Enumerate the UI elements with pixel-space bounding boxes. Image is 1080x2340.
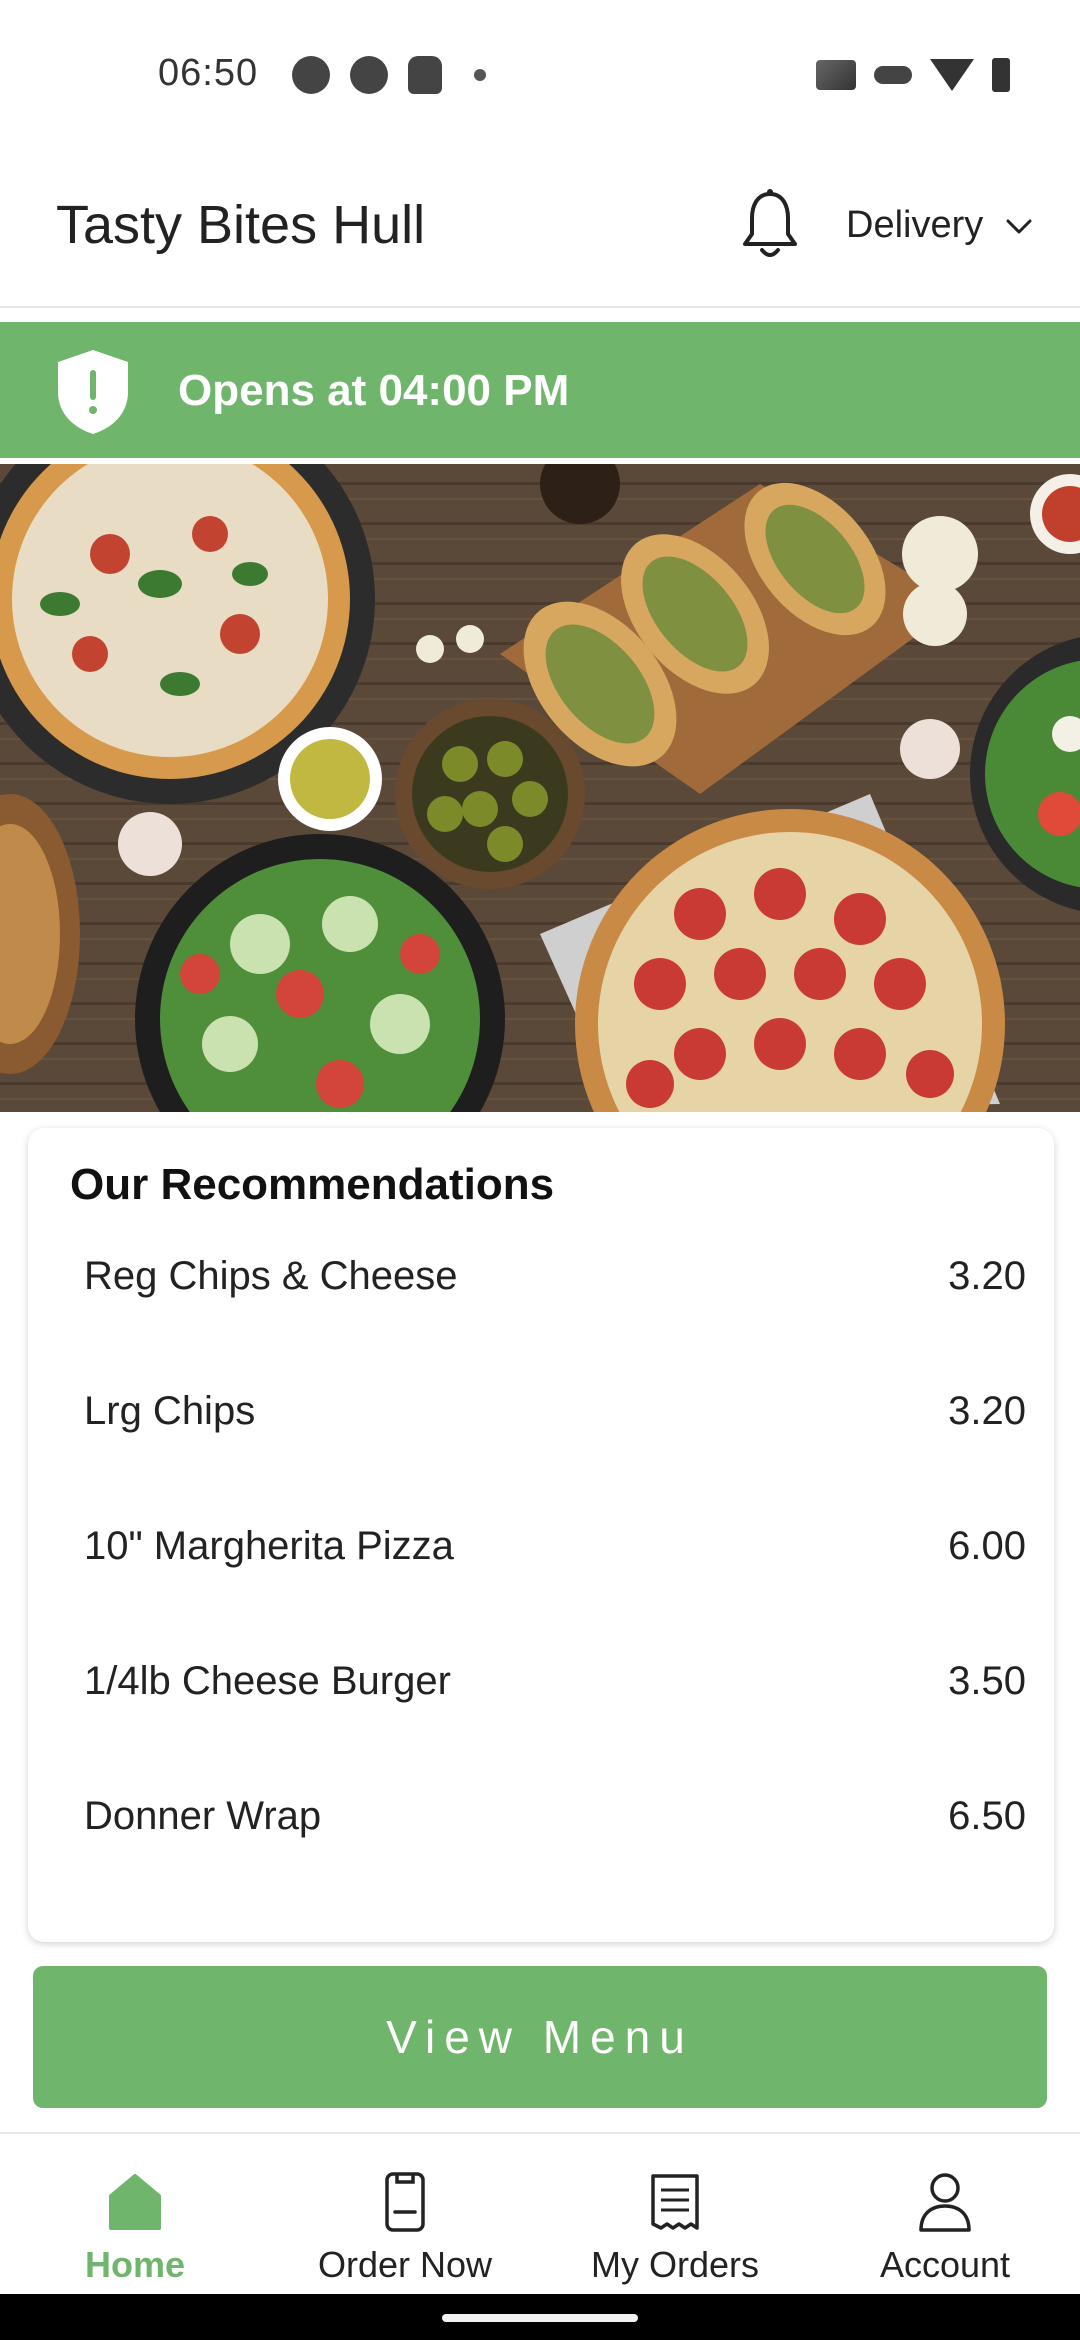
- recommendations-card: Our Recommendations Reg Chips & Cheese 3…: [28, 1128, 1054, 1942]
- hero-food-image: [0, 464, 1080, 1112]
- view-menu-label: View Menu: [386, 2011, 694, 2063]
- recommendation-item[interactable]: Donner Wrap 6.50: [84, 1782, 1026, 1917]
- food-illustration: [0, 464, 1080, 1112]
- recommendations-title: Our Recommendations: [70, 1160, 555, 1209]
- cast-icon: [816, 60, 856, 90]
- order-icon: [385, 2172, 425, 2232]
- bell-icon[interactable]: [740, 188, 800, 260]
- order-mode-label: Delivery: [846, 204, 984, 246]
- recommendation-item[interactable]: 10" Margherita Pizza 6.00: [84, 1512, 1026, 1647]
- nav-order-now-label: Order Now: [317, 2244, 493, 2285]
- nav-order-now[interactable]: Order Now: [270, 2134, 540, 2296]
- item-price: 6.00: [948, 1524, 1026, 1568]
- item-name: Lrg Chips: [84, 1389, 256, 1433]
- restaurant-title: Tasty Bites Hull: [56, 195, 426, 255]
- home-icon: [109, 2174, 161, 2230]
- nav-home[interactable]: Home: [0, 2134, 270, 2296]
- recommendations-list: Reg Chips & Cheese 3.20 Lrg Chips 3.20 1…: [84, 1242, 1026, 1917]
- view-menu-button[interactable]: View Menu: [33, 1966, 1047, 2108]
- nav-account[interactable]: Account: [810, 2134, 1080, 2296]
- nav-account-label: Account: [879, 2244, 1011, 2285]
- status-time: 06:50: [158, 52, 259, 94]
- nav-my-orders-label: My Orders: [590, 2244, 759, 2285]
- item-name: 1/4lb Cheese Burger: [84, 1659, 451, 1703]
- nav-home-label: Home: [84, 2244, 186, 2285]
- opening-time-banner: Opens at 04:00 PM: [0, 322, 1080, 458]
- item-price: 3.20: [948, 1254, 1026, 1298]
- wifi-icon: [930, 59, 974, 91]
- receipt-icon: [651, 2174, 699, 2230]
- app-header: Tasty Bites Hull Delivery: [0, 150, 1080, 308]
- item-name: 10" Margherita Pizza: [84, 1524, 454, 1568]
- person-icon: [919, 2173, 971, 2232]
- status-right-icons: [816, 58, 1010, 92]
- android-icon: [408, 56, 442, 94]
- bottom-navigation: Home Order Now My Orders Account: [0, 2132, 1080, 2294]
- chevron-down-icon: [1006, 219, 1032, 233]
- recommendation-item[interactable]: 1/4lb Cheese Burger 3.50: [84, 1647, 1026, 1782]
- item-price: 3.20: [948, 1389, 1026, 1433]
- system-navigation-bar: [0, 2294, 1080, 2340]
- sync-icon: [350, 56, 388, 94]
- status-bar: 06:50: [0, 0, 1080, 150]
- status-left-icons: [292, 56, 486, 94]
- p-app-icon: [292, 56, 330, 94]
- opening-time-text: Opens at 04:00 PM: [178, 366, 570, 415]
- recommendation-item[interactable]: Reg Chips & Cheese 3.20: [84, 1242, 1026, 1377]
- battery-charging-icon: [992, 58, 1010, 92]
- vpn-key-icon: [874, 66, 912, 84]
- item-name: Donner Wrap: [84, 1794, 322, 1838]
- recommendation-item[interactable]: Lrg Chips 3.20: [84, 1377, 1026, 1512]
- item-name: Reg Chips & Cheese: [84, 1254, 458, 1298]
- shield-alert-icon: [58, 350, 128, 434]
- nav-my-orders[interactable]: My Orders: [540, 2134, 810, 2296]
- item-price: 3.50: [948, 1659, 1026, 1703]
- item-price: 6.50: [948, 1794, 1026, 1838]
- order-mode-dropdown[interactable]: Delivery: [846, 204, 1033, 247]
- notification-dot-icon: [474, 69, 486, 81]
- gesture-handle[interactable]: [442, 2314, 638, 2322]
